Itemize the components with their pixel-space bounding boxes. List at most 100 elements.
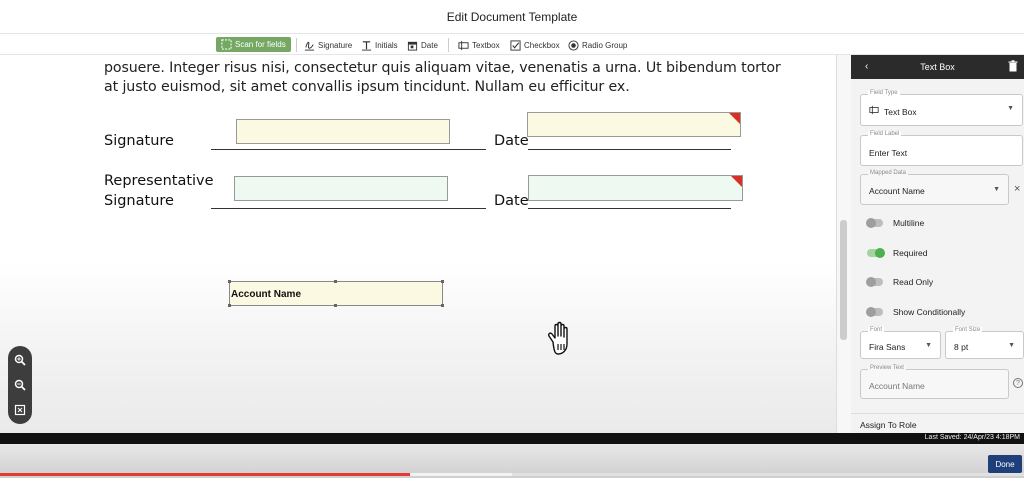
field-label-value: Enter Text bbox=[869, 148, 908, 158]
scan-for-fields-button[interactable]: Scan for fields bbox=[216, 37, 291, 52]
resize-handle[interactable] bbox=[441, 304, 444, 307]
hand-cursor-icon bbox=[548, 321, 568, 355]
radio-group-tool[interactable]: Radio Group bbox=[568, 37, 627, 53]
initials-icon bbox=[361, 40, 372, 51]
required-marker bbox=[731, 176, 742, 187]
panel-divider bbox=[851, 413, 1024, 414]
scan-for-fields-label: Scan for fields bbox=[235, 40, 286, 49]
required-marker bbox=[729, 113, 740, 124]
required-label: Required bbox=[893, 248, 928, 258]
toggle-required[interactable]: Required bbox=[867, 248, 928, 258]
show-conditionally-label: Show Conditionally bbox=[893, 307, 966, 317]
chevron-down-icon: ▼ bbox=[1007, 105, 1014, 112]
date-line bbox=[528, 149, 731, 150]
checkbox-icon bbox=[510, 39, 521, 51]
representative-label: Representative bbox=[104, 173, 214, 189]
field-label-input[interactable]: Field Label Enter Text bbox=[860, 131, 1023, 166]
video-played bbox=[0, 473, 410, 476]
chevron-down-icon: ▼ bbox=[925, 342, 932, 349]
date-tool-label: Date bbox=[421, 40, 438, 50]
field-type-select[interactable]: Field Type Text Box ▼ bbox=[860, 90, 1023, 126]
mapped-data-select[interactable]: Mapped Data Account Name ▼ bbox=[860, 170, 1009, 205]
date-tool[interactable]: Date bbox=[407, 37, 438, 53]
checkbox-tool[interactable]: Checkbox bbox=[510, 37, 560, 53]
zoom-out-icon bbox=[14, 379, 26, 391]
back-chevron-icon[interactable]: ‹ bbox=[865, 61, 868, 72]
radio-icon bbox=[568, 39, 579, 51]
fit-page-button[interactable] bbox=[8, 399, 32, 421]
zoom-in-icon bbox=[14, 354, 26, 366]
show-conditionally-toggle-switch[interactable] bbox=[866, 307, 883, 317]
font-size-caption: Font Size bbox=[953, 327, 983, 333]
resize-handle[interactable] bbox=[441, 280, 444, 283]
preview-text-input[interactable]: Preview Text Account Name bbox=[860, 365, 1009, 399]
signature-icon bbox=[304, 41, 315, 51]
textbox-tool-label: Textbox bbox=[472, 40, 500, 50]
preview-text-value: Account Name bbox=[869, 381, 925, 391]
toggle-show-conditionally[interactable]: Show Conditionally bbox=[866, 307, 966, 317]
resize-handle[interactable] bbox=[334, 280, 337, 283]
zoom-in-button[interactable] bbox=[8, 349, 32, 371]
document-text-line: at justo euismod, sit amet convallis ips… bbox=[104, 79, 630, 95]
textbox-tool[interactable]: Textbox bbox=[458, 37, 500, 53]
read-only-toggle-switch[interactable] bbox=[866, 277, 883, 287]
video-progress-bar[interactable] bbox=[0, 473, 1024, 476]
radio-group-tool-label: Radio Group bbox=[582, 40, 628, 50]
help-icon[interactable]: ? bbox=[1013, 378, 1023, 388]
read-only-label: Read Only bbox=[893, 277, 934, 287]
rep-date-line bbox=[528, 208, 731, 209]
resize-handle[interactable] bbox=[334, 304, 337, 307]
font-select[interactable]: Font Fira Sans ▼ bbox=[860, 327, 941, 359]
rep-date-field[interactable] bbox=[528, 175, 743, 201]
mapped-data-value: Account Name bbox=[869, 186, 925, 196]
document-text-line: posuere. Integer risus nisi, consectetur… bbox=[104, 60, 781, 76]
signature-line bbox=[211, 149, 486, 150]
date-field[interactable] bbox=[527, 112, 741, 137]
calendar-icon bbox=[407, 41, 418, 51]
rep-signature-line bbox=[211, 208, 486, 209]
textbox-icon bbox=[869, 105, 879, 115]
toggle-read-only[interactable]: Read Only bbox=[866, 277, 934, 287]
field-label-caption: Field Label bbox=[868, 131, 902, 137]
zoom-controls bbox=[8, 346, 32, 424]
multiline-label: Multiline bbox=[893, 218, 925, 228]
assign-to-role-section[interactable]: Assign To Role bbox=[860, 420, 917, 430]
chevron-down-icon: ▼ bbox=[993, 186, 1000, 193]
rep-signature-field[interactable] bbox=[234, 176, 448, 201]
signature-tool[interactable]: Signature bbox=[304, 37, 352, 53]
properties-panel: ‹ Text Box Field Type Text Box ▼ Field L… bbox=[851, 55, 1024, 433]
fit-page-icon bbox=[14, 404, 26, 416]
document-scrollbar[interactable] bbox=[836, 55, 851, 433]
signature-label: Signature bbox=[104, 133, 174, 149]
clear-mapping-icon[interactable]: × bbox=[1014, 183, 1020, 195]
font-value: Fira Sans bbox=[869, 342, 906, 352]
panel-header: ‹ Text Box bbox=[851, 55, 1024, 79]
zoom-out-button[interactable] bbox=[8, 374, 32, 396]
resize-handle[interactable] bbox=[228, 304, 231, 307]
initials-tool[interactable]: Initials bbox=[361, 37, 398, 53]
representative-signature-label: Signature bbox=[104, 193, 174, 209]
signature-field[interactable] bbox=[236, 119, 450, 144]
toggle-multiline[interactable]: Multiline bbox=[866, 218, 925, 228]
scrollbar-thumb[interactable] bbox=[840, 220, 847, 340]
window-title: Edit Document Template bbox=[0, 0, 1024, 33]
textbox-icon bbox=[458, 40, 469, 50]
initials-tool-label: Initials bbox=[375, 40, 398, 50]
font-size-select[interactable]: Font Size 8 pt ▼ bbox=[945, 327, 1024, 359]
done-button[interactable]: Done bbox=[988, 455, 1022, 473]
rep-date-label: Date bbox=[494, 193, 529, 209]
chevron-down-icon: ▼ bbox=[1008, 342, 1015, 349]
multiline-toggle-switch[interactable] bbox=[866, 218, 883, 228]
mapped-data-caption: Mapped Data bbox=[868, 170, 909, 176]
document-canvas[interactable]: posuere. Integer risus nisi, consectetur… bbox=[0, 55, 851, 433]
checkbox-tool-label: Checkbox bbox=[524, 40, 560, 50]
preview-text-caption: Preview Text bbox=[868, 365, 906, 371]
account-name-field[interactable]: Account Name bbox=[229, 281, 443, 306]
field-type-value: Text Box bbox=[884, 107, 917, 117]
scan-icon bbox=[221, 39, 232, 50]
required-toggle-switch[interactable] bbox=[867, 248, 885, 258]
trash-icon[interactable] bbox=[1008, 60, 1018, 72]
font-size-value: 8 pt bbox=[954, 342, 969, 352]
signature-tool-label: Signature bbox=[318, 40, 353, 50]
resize-handle[interactable] bbox=[228, 280, 231, 283]
